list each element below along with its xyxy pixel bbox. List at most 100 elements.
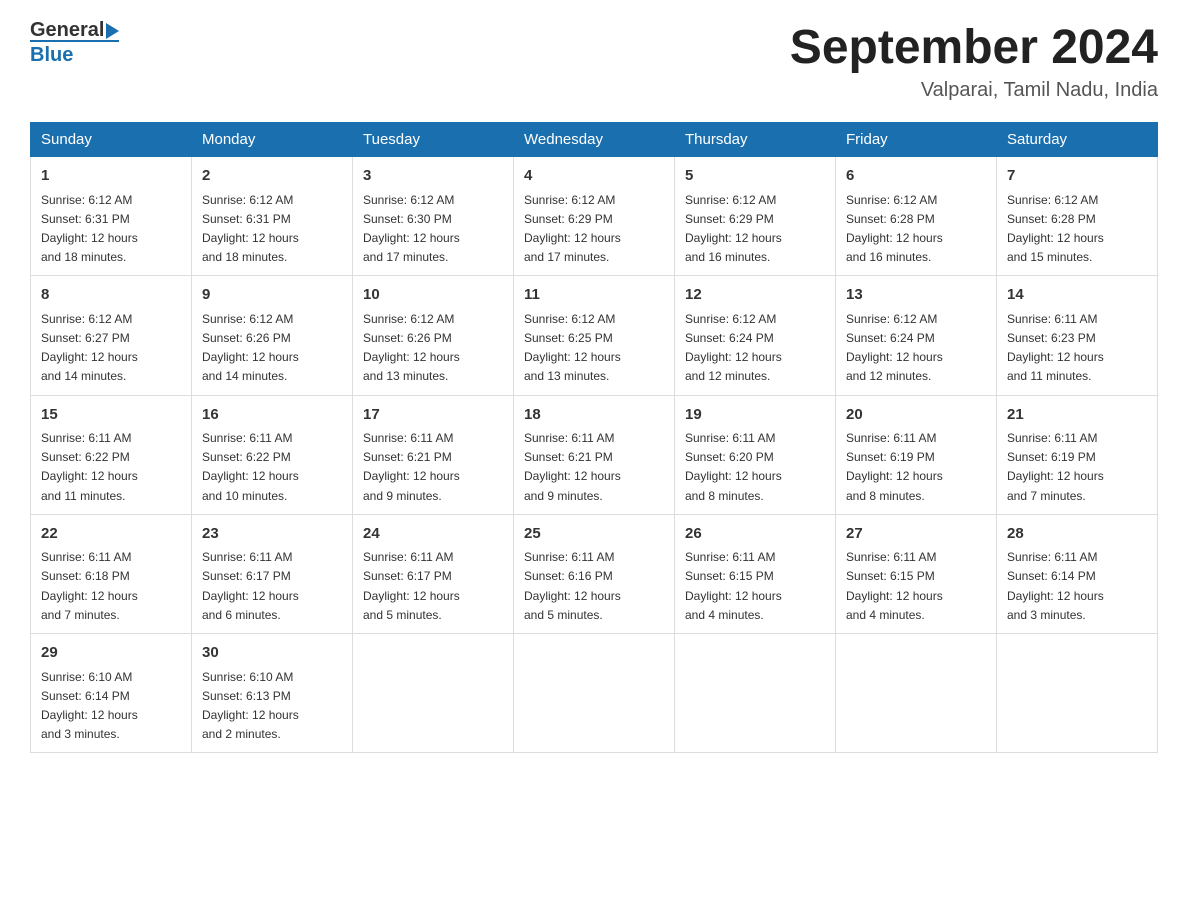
- table-row: [514, 634, 675, 753]
- table-row: 22 Sunrise: 6:11 AMSunset: 6:18 PMDaylig…: [31, 514, 192, 633]
- table-row: 6 Sunrise: 6:12 AMSunset: 6:28 PMDayligh…: [836, 157, 997, 276]
- day-info: Sunrise: 6:11 AMSunset: 6:19 PMDaylight:…: [1007, 431, 1104, 503]
- table-row: 9 Sunrise: 6:12 AMSunset: 6:26 PMDayligh…: [192, 276, 353, 395]
- day-number: 10: [363, 284, 503, 307]
- month-title: September 2024: [790, 20, 1158, 75]
- day-number: 8: [41, 284, 181, 307]
- day-info: Sunrise: 6:11 AMSunset: 6:21 PMDaylight:…: [524, 431, 621, 503]
- table-row: 13 Sunrise: 6:12 AMSunset: 6:24 PMDaylig…: [836, 276, 997, 395]
- logo-blue-text: Blue: [30, 40, 119, 67]
- day-number: 22: [41, 523, 181, 546]
- table-row: 16 Sunrise: 6:11 AMSunset: 6:22 PMDaylig…: [192, 395, 353, 514]
- day-number: 27: [846, 523, 986, 546]
- day-number: 11: [524, 284, 664, 307]
- col-monday: Monday: [192, 123, 353, 157]
- calendar-header-row: Sunday Monday Tuesday Wednesday Thursday…: [31, 123, 1158, 157]
- table-row: 24 Sunrise: 6:11 AMSunset: 6:17 PMDaylig…: [353, 514, 514, 633]
- calendar-week-row: 15 Sunrise: 6:11 AMSunset: 6:22 PMDaylig…: [31, 395, 1158, 514]
- table-row: 4 Sunrise: 6:12 AMSunset: 6:29 PMDayligh…: [514, 157, 675, 276]
- table-row: [675, 634, 836, 753]
- day-number: 6: [846, 165, 986, 188]
- day-info: Sunrise: 6:12 AMSunset: 6:24 PMDaylight:…: [846, 312, 943, 384]
- logo: General Blue: [30, 20, 119, 67]
- table-row: 19 Sunrise: 6:11 AMSunset: 6:20 PMDaylig…: [675, 395, 836, 514]
- day-info: Sunrise: 6:11 AMSunset: 6:16 PMDaylight:…: [524, 550, 621, 622]
- day-number: 16: [202, 404, 342, 427]
- page-header: General Blue September 2024 Valparai, Ta…: [30, 20, 1158, 102]
- col-tuesday: Tuesday: [353, 123, 514, 157]
- table-row: 7 Sunrise: 6:12 AMSunset: 6:28 PMDayligh…: [997, 157, 1158, 276]
- table-row: 18 Sunrise: 6:11 AMSunset: 6:21 PMDaylig…: [514, 395, 675, 514]
- day-info: Sunrise: 6:11 AMSunset: 6:22 PMDaylight:…: [41, 431, 138, 503]
- day-info: Sunrise: 6:11 AMSunset: 6:15 PMDaylight:…: [685, 550, 782, 622]
- day-info: Sunrise: 6:10 AMSunset: 6:13 PMDaylight:…: [202, 670, 299, 742]
- day-number: 26: [685, 523, 825, 546]
- day-info: Sunrise: 6:11 AMSunset: 6:22 PMDaylight:…: [202, 431, 299, 503]
- table-row: 2 Sunrise: 6:12 AMSunset: 6:31 PMDayligh…: [192, 157, 353, 276]
- day-number: 5: [685, 165, 825, 188]
- table-row: 12 Sunrise: 6:12 AMSunset: 6:24 PMDaylig…: [675, 276, 836, 395]
- table-row: 30 Sunrise: 6:10 AMSunset: 6:13 PMDaylig…: [192, 634, 353, 753]
- table-row: 23 Sunrise: 6:11 AMSunset: 6:17 PMDaylig…: [192, 514, 353, 633]
- table-row: 28 Sunrise: 6:11 AMSunset: 6:14 PMDaylig…: [997, 514, 1158, 633]
- table-row: 20 Sunrise: 6:11 AMSunset: 6:19 PMDaylig…: [836, 395, 997, 514]
- table-row: 29 Sunrise: 6:10 AMSunset: 6:14 PMDaylig…: [31, 634, 192, 753]
- day-info: Sunrise: 6:12 AMSunset: 6:27 PMDaylight:…: [41, 312, 138, 384]
- day-number: 17: [363, 404, 503, 427]
- day-number: 1: [41, 165, 181, 188]
- table-row: 5 Sunrise: 6:12 AMSunset: 6:29 PMDayligh…: [675, 157, 836, 276]
- day-number: 29: [41, 642, 181, 665]
- logo-arrow-icon: [106, 23, 119, 39]
- title-section: September 2024 Valparai, Tamil Nadu, Ind…: [790, 20, 1158, 102]
- table-row: 14 Sunrise: 6:11 AMSunset: 6:23 PMDaylig…: [997, 276, 1158, 395]
- day-info: Sunrise: 6:12 AMSunset: 6:26 PMDaylight:…: [202, 312, 299, 384]
- day-info: Sunrise: 6:11 AMSunset: 6:17 PMDaylight:…: [202, 550, 299, 622]
- table-row: 27 Sunrise: 6:11 AMSunset: 6:15 PMDaylig…: [836, 514, 997, 633]
- table-row: [997, 634, 1158, 753]
- calendar-week-row: 29 Sunrise: 6:10 AMSunset: 6:14 PMDaylig…: [31, 634, 1158, 753]
- day-info: Sunrise: 6:10 AMSunset: 6:14 PMDaylight:…: [41, 670, 138, 742]
- day-number: 12: [685, 284, 825, 307]
- table-row: 1 Sunrise: 6:12 AMSunset: 6:31 PMDayligh…: [31, 157, 192, 276]
- table-row: 11 Sunrise: 6:12 AMSunset: 6:25 PMDaylig…: [514, 276, 675, 395]
- col-sunday: Sunday: [31, 123, 192, 157]
- calendar-table: Sunday Monday Tuesday Wednesday Thursday…: [30, 122, 1158, 753]
- day-number: 2: [202, 165, 342, 188]
- day-number: 24: [363, 523, 503, 546]
- table-row: [836, 634, 997, 753]
- table-row: 17 Sunrise: 6:11 AMSunset: 6:21 PMDaylig…: [353, 395, 514, 514]
- table-row: 21 Sunrise: 6:11 AMSunset: 6:19 PMDaylig…: [997, 395, 1158, 514]
- table-row: [353, 634, 514, 753]
- day-info: Sunrise: 6:12 AMSunset: 6:29 PMDaylight:…: [685, 193, 782, 265]
- day-info: Sunrise: 6:11 AMSunset: 6:23 PMDaylight:…: [1007, 312, 1104, 384]
- logo-general-text: General: [30, 20, 119, 40]
- day-info: Sunrise: 6:12 AMSunset: 6:29 PMDaylight:…: [524, 193, 621, 265]
- col-friday: Friday: [836, 123, 997, 157]
- day-info: Sunrise: 6:11 AMSunset: 6:14 PMDaylight:…: [1007, 550, 1104, 622]
- table-row: 10 Sunrise: 6:12 AMSunset: 6:26 PMDaylig…: [353, 276, 514, 395]
- table-row: 25 Sunrise: 6:11 AMSunset: 6:16 PMDaylig…: [514, 514, 675, 633]
- day-info: Sunrise: 6:12 AMSunset: 6:24 PMDaylight:…: [685, 312, 782, 384]
- day-number: 18: [524, 404, 664, 427]
- day-info: Sunrise: 6:11 AMSunset: 6:15 PMDaylight:…: [846, 550, 943, 622]
- day-number: 13: [846, 284, 986, 307]
- col-saturday: Saturday: [997, 123, 1158, 157]
- day-number: 7: [1007, 165, 1147, 188]
- day-number: 19: [685, 404, 825, 427]
- day-number: 25: [524, 523, 664, 546]
- day-info: Sunrise: 6:12 AMSunset: 6:28 PMDaylight:…: [1007, 193, 1104, 265]
- day-number: 20: [846, 404, 986, 427]
- day-info: Sunrise: 6:11 AMSunset: 6:20 PMDaylight:…: [685, 431, 782, 503]
- table-row: 15 Sunrise: 6:11 AMSunset: 6:22 PMDaylig…: [31, 395, 192, 514]
- day-number: 28: [1007, 523, 1147, 546]
- day-info: Sunrise: 6:11 AMSunset: 6:21 PMDaylight:…: [363, 431, 460, 503]
- day-number: 4: [524, 165, 664, 188]
- day-info: Sunrise: 6:12 AMSunset: 6:26 PMDaylight:…: [363, 312, 460, 384]
- day-number: 15: [41, 404, 181, 427]
- day-info: Sunrise: 6:12 AMSunset: 6:25 PMDaylight:…: [524, 312, 621, 384]
- day-info: Sunrise: 6:12 AMSunset: 6:31 PMDaylight:…: [41, 193, 138, 265]
- day-number: 9: [202, 284, 342, 307]
- calendar-week-row: 1 Sunrise: 6:12 AMSunset: 6:31 PMDayligh…: [31, 157, 1158, 276]
- day-number: 14: [1007, 284, 1147, 307]
- day-number: 3: [363, 165, 503, 188]
